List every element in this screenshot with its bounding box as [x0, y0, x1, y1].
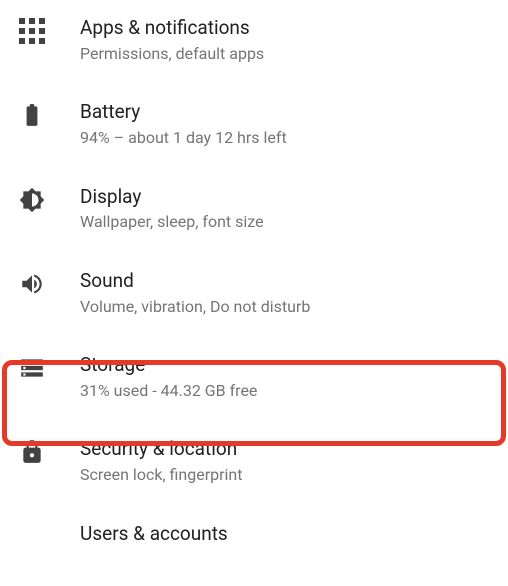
settings-list: Apps & notifications Permissions, defaul…	[0, 0, 508, 586]
settings-item-storage[interactable]: Storage 31% used - 44.32 GB free	[0, 337, 508, 421]
settings-item-sound[interactable]: Sound Volume, vibration, Do not disturb	[0, 253, 508, 337]
settings-item-title: Display	[80, 185, 264, 210]
settings-item-title: Security & location	[80, 437, 243, 462]
settings-item-subtitle: 31% used - 44.32 GB free	[80, 380, 257, 402]
settings-item-subtitle: Permissions, default apps	[80, 43, 264, 65]
apps-grid-icon	[16, 18, 48, 44]
settings-item-title: Storage	[80, 353, 257, 378]
settings-item-battery[interactable]: Battery 94% – about 1 day 12 hrs left	[0, 84, 508, 168]
settings-item-subtitle: Volume, vibration, Do not disturb	[80, 296, 310, 318]
settings-item-display[interactable]: Display Wallpaper, sleep, font size	[0, 169, 508, 253]
settings-item-subtitle: Wallpaper, sleep, font size	[80, 211, 264, 233]
settings-item-security[interactable]: Security & location Screen lock, fingerp…	[0, 421, 508, 505]
settings-item-title: Users & accounts	[80, 522, 228, 547]
volume-icon	[16, 271, 48, 297]
battery-icon	[16, 102, 48, 128]
settings-item-apps[interactable]: Apps & notifications Permissions, defaul…	[0, 0, 508, 84]
brightness-icon	[16, 187, 48, 213]
lock-icon	[16, 439, 48, 465]
settings-item-subtitle: 94% – about 1 day 12 hrs left	[80, 127, 287, 149]
settings-item-title: Battery	[80, 100, 287, 125]
settings-item-title: Apps & notifications	[80, 16, 264, 41]
storage-icon	[16, 355, 48, 381]
settings-item-title: Sound	[80, 269, 310, 294]
settings-item-subtitle: Screen lock, fingerprint	[80, 464, 243, 486]
